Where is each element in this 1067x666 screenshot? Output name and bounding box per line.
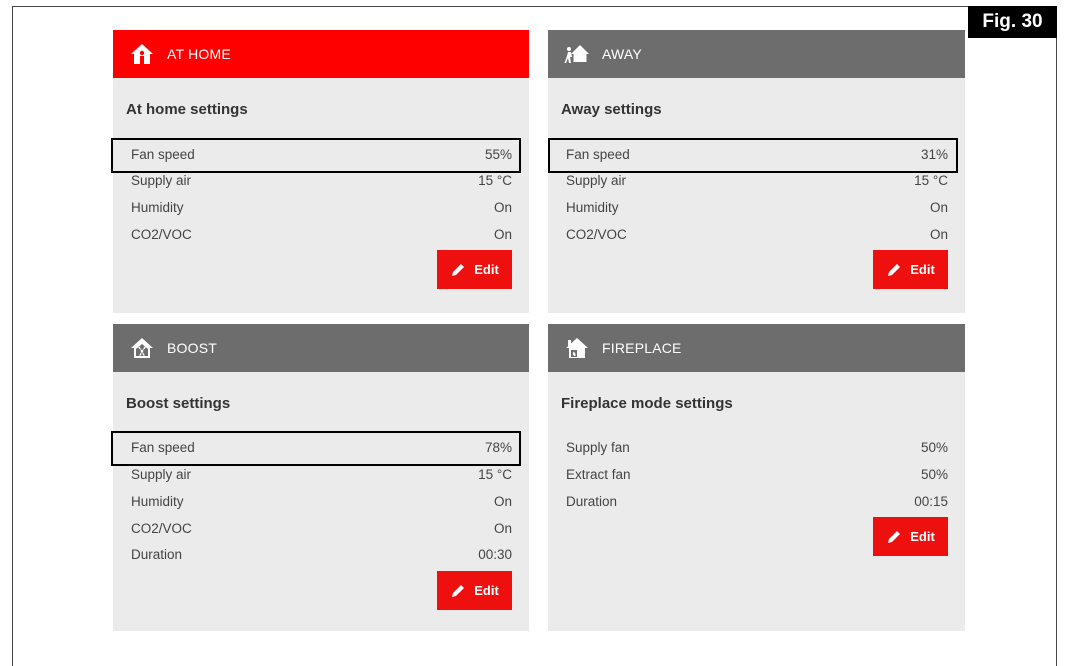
setting-row-supply-air: Supply air 15 °C xyxy=(131,167,512,193)
setting-label: CO2/VOC xyxy=(131,520,192,536)
setting-row-co2-voc: CO2/VOC On xyxy=(131,221,512,247)
card-header-at-home[interactable]: AT HOME xyxy=(113,30,529,78)
edit-button-label: Edit xyxy=(474,262,499,277)
setting-value: On xyxy=(929,199,948,215)
card-title: BOOST xyxy=(167,340,218,356)
edit-button[interactable]: Edit xyxy=(873,517,948,556)
setting-label: Supply fan xyxy=(566,439,630,455)
setting-label: Supply air xyxy=(131,466,192,482)
card-away: AWAY Away settings Fan speed 31% Supply … xyxy=(548,30,965,313)
setting-row-humidity: Humidity On xyxy=(131,194,512,220)
setting-value: On xyxy=(493,520,512,536)
setting-row-fan-speed: Fan speed 78% xyxy=(131,434,512,460)
setting-value: 00:15 xyxy=(914,493,948,509)
setting-label: Extract fan xyxy=(566,466,631,482)
card-subtitle: Away settings xyxy=(561,101,662,118)
pencil-icon xyxy=(888,263,901,276)
setting-label: CO2/VOC xyxy=(566,226,627,242)
card-fireplace: FIREPLACE Fireplace mode settings Supply… xyxy=(548,324,965,631)
pencil-icon xyxy=(452,263,465,276)
fireplace-house-icon xyxy=(564,335,590,361)
setting-value: 15 °C xyxy=(478,466,512,482)
setting-value: 50% xyxy=(920,439,948,455)
setting-value: On xyxy=(929,226,948,242)
setting-value: 15 °C xyxy=(478,172,512,188)
setting-label: Humidity xyxy=(131,199,184,215)
setting-label: Humidity xyxy=(566,199,619,215)
card-header-away[interactable]: AWAY xyxy=(548,30,965,78)
boost-fan-house-icon xyxy=(129,335,155,361)
setting-value: 00:30 xyxy=(478,546,512,562)
card-header-fireplace[interactable]: FIREPLACE xyxy=(548,324,965,372)
setting-label: CO2/VOC xyxy=(131,226,192,242)
card-subtitle: At home settings xyxy=(126,101,248,118)
edit-button-label: Edit xyxy=(910,262,935,277)
card-title: FIREPLACE xyxy=(602,340,682,356)
setting-value: 50% xyxy=(920,466,948,482)
card-boost: BOOST Boost settings Fan speed 78% Suppl… xyxy=(113,324,529,631)
setting-value: 15 °C xyxy=(914,172,948,188)
card-subtitle: Boost settings xyxy=(126,395,231,412)
setting-label: Supply air xyxy=(566,172,627,188)
home-person-icon xyxy=(129,41,155,67)
setting-row-duration: Duration 00:15 xyxy=(566,488,948,514)
setting-label: Supply air xyxy=(131,172,192,188)
edit-button[interactable]: Edit xyxy=(437,571,512,610)
edit-button-label: Edit xyxy=(910,529,935,544)
edit-button[interactable]: Edit xyxy=(873,250,948,289)
setting-label: Fan speed xyxy=(566,146,630,162)
pencil-icon xyxy=(452,584,465,597)
setting-value: On xyxy=(493,226,512,242)
setting-row-supply-air: Supply air 15 °C xyxy=(131,461,512,487)
setting-value: 55% xyxy=(484,146,512,162)
setting-row-duration: Duration 00:30 xyxy=(131,541,512,567)
setting-label: Duration xyxy=(131,546,183,562)
card-title: AT HOME xyxy=(167,46,231,62)
setting-row-supply-air: Supply air 15 °C xyxy=(566,167,948,193)
figure-label: Fig. 30 xyxy=(968,6,1057,38)
setting-label: Humidity xyxy=(131,493,184,509)
pencil-icon xyxy=(888,530,901,543)
setting-row-supply-fan: Supply fan 50% xyxy=(566,434,948,460)
card-header-boost[interactable]: BOOST xyxy=(113,324,529,372)
setting-row-extract-fan: Extract fan 50% xyxy=(566,461,948,487)
setting-value: On xyxy=(493,493,512,509)
setting-label: Duration xyxy=(566,493,618,509)
setting-row-fan-speed: Fan speed 55% xyxy=(131,141,512,167)
setting-value: On xyxy=(493,199,512,215)
setting-row-humidity: Humidity On xyxy=(131,488,512,514)
setting-value: 78% xyxy=(484,439,512,455)
setting-row-fan-speed: Fan speed 31% xyxy=(566,141,948,167)
setting-value: 31% xyxy=(920,146,948,162)
edit-button-label: Edit xyxy=(474,583,499,598)
away-person-house-icon xyxy=(564,41,590,67)
card-title: AWAY xyxy=(602,46,642,62)
setting-label: Fan speed xyxy=(131,146,195,162)
card-subtitle: Fireplace mode settings xyxy=(561,395,733,412)
edit-button[interactable]: Edit xyxy=(437,250,512,289)
card-at-home: AT HOME At home settings Fan speed 55% S… xyxy=(113,30,529,313)
setting-row-humidity: Humidity On xyxy=(566,194,948,220)
setting-row-co2-voc: CO2/VOC On xyxy=(566,221,948,247)
setting-label: Fan speed xyxy=(131,439,195,455)
setting-row-co2-voc: CO2/VOC On xyxy=(131,515,512,541)
